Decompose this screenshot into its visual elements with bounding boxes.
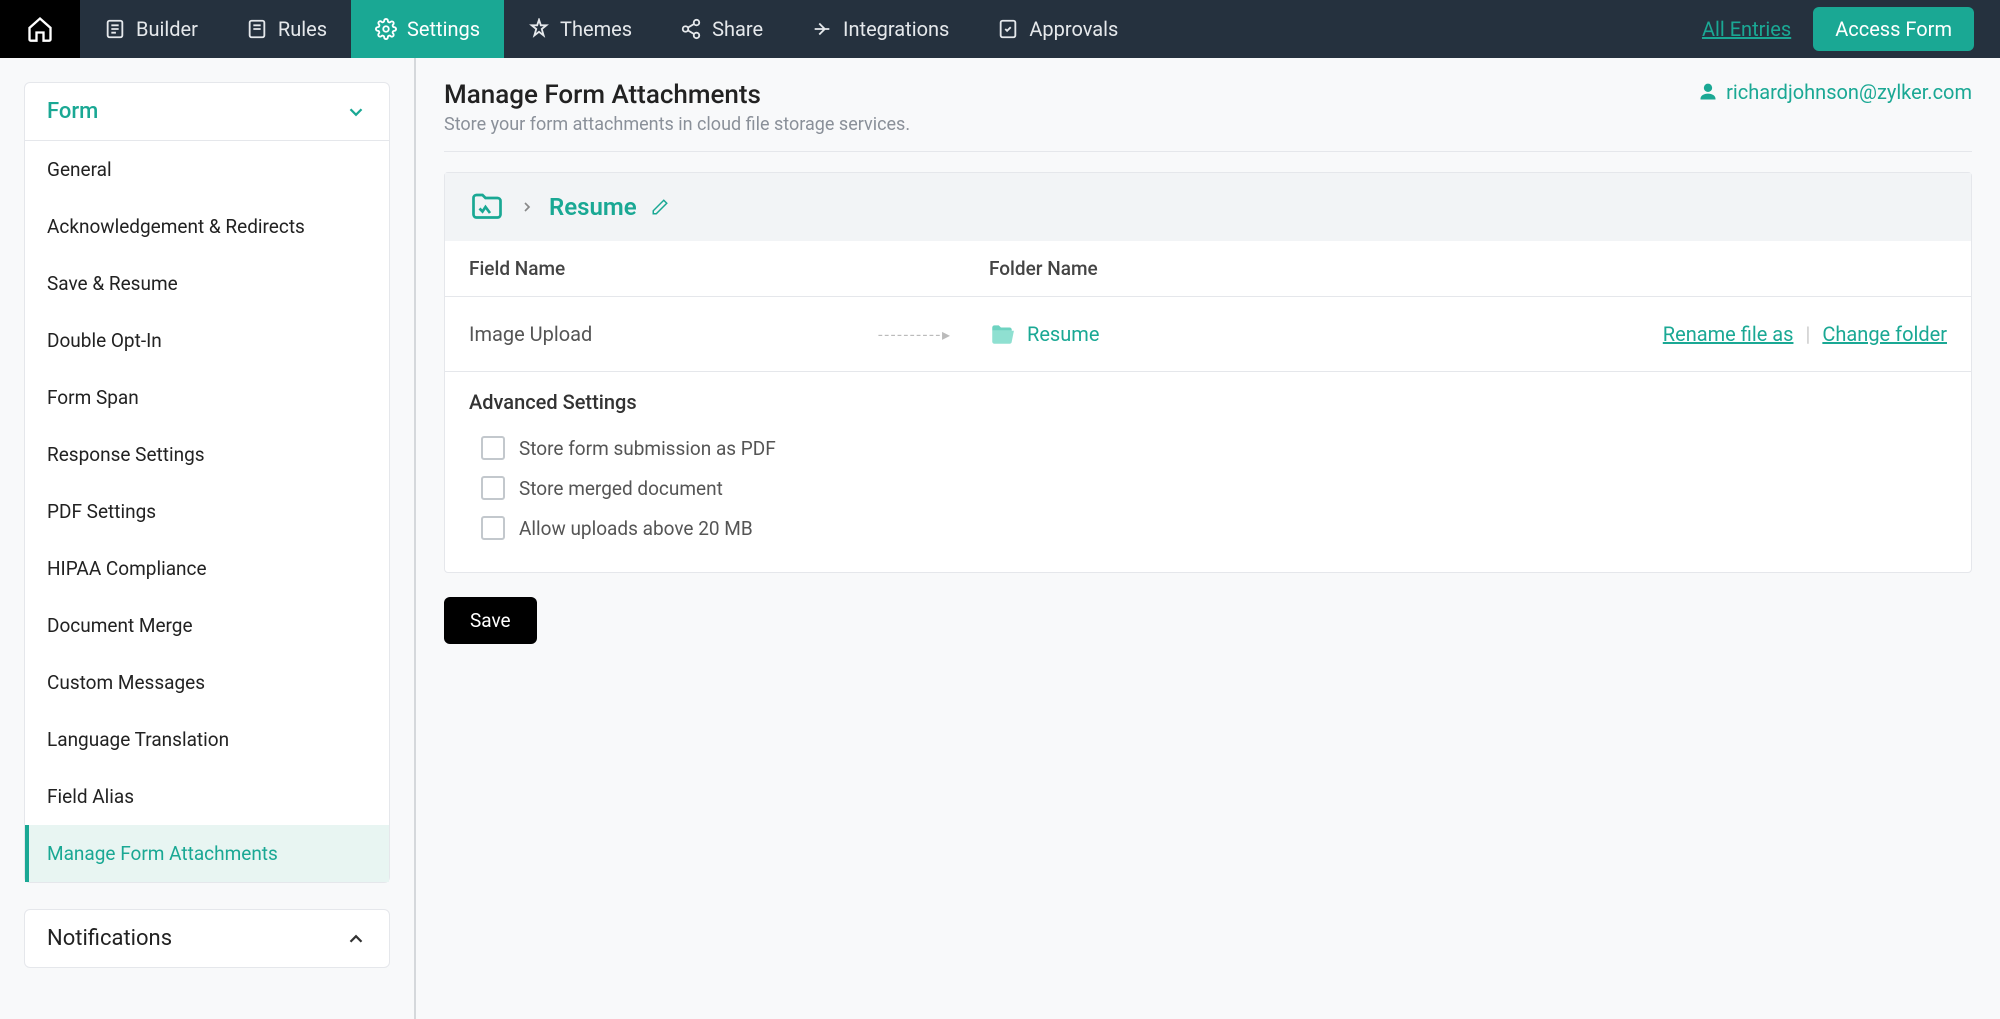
sidebar: Form General Acknowledgement & Redirects…	[0, 58, 416, 1019]
separator: |	[1805, 322, 1810, 346]
nav-label: Themes	[560, 17, 632, 41]
main-content: Manage Form Attachments Store your form …	[416, 58, 2000, 1019]
checkbox-label: Store merged document	[519, 477, 723, 500]
sidebar-item-general[interactable]: General	[25, 141, 389, 198]
nav-share[interactable]: Share	[656, 0, 787, 58]
nav-settings[interactable]: Settings	[351, 0, 504, 58]
checkbox[interactable]	[481, 436, 505, 460]
attachments-card: Resume Field Name Folder Name Image Uplo…	[444, 172, 1972, 573]
nav-label: Builder	[136, 17, 198, 41]
user-email[interactable]: richardjohnson@zylker.com	[1698, 80, 1972, 104]
home-icon	[26, 15, 54, 43]
nav-label: Share	[712, 17, 763, 41]
form-panel: Form General Acknowledgement & Redirects…	[24, 82, 390, 883]
sidebar-item-lang[interactable]: Language Translation	[25, 711, 389, 768]
nav-builder[interactable]: Builder	[80, 0, 222, 58]
advanced-title: Advanced Settings	[469, 390, 1947, 414]
opt-allow-20mb[interactable]: Allow uploads above 20 MB	[469, 508, 1947, 548]
sidebar-item-attachments[interactable]: Manage Form Attachments	[25, 825, 389, 882]
nav-integrations[interactable]: Integrations	[787, 0, 973, 58]
form-panel-header[interactable]: Form	[25, 83, 389, 141]
notifications-panel: Notifications	[24, 909, 390, 968]
opt-store-pdf[interactable]: Store form submission as PDF	[469, 428, 1947, 468]
checkbox[interactable]	[481, 516, 505, 540]
breadcrumb-folder[interactable]: Resume	[549, 193, 637, 221]
notifications-title: Notifications	[47, 926, 172, 951]
nav-label: Approvals	[1029, 17, 1118, 41]
nav-themes[interactable]: Themes	[504, 0, 656, 58]
page-subtitle: Store your form attachments in cloud fil…	[444, 114, 910, 135]
th-folder-name: Folder Name	[989, 257, 1947, 280]
folder-open-icon	[989, 321, 1015, 347]
page-title: Manage Form Attachments	[444, 80, 910, 110]
sidebar-item-pdf[interactable]: PDF Settings	[25, 483, 389, 540]
chevron-down-icon	[345, 101, 367, 123]
page-header: Manage Form Attachments Store your form …	[444, 80, 1972, 152]
change-folder-link[interactable]: Change folder	[1822, 322, 1947, 346]
chevron-up-icon	[345, 928, 367, 950]
top-nav: Builder Rules Settings Themes Share Inte…	[0, 0, 2000, 58]
save-button[interactable]: Save	[444, 597, 537, 644]
home-button[interactable]	[0, 0, 80, 58]
rules-icon	[246, 18, 268, 40]
td-folder-label: Resume	[1027, 322, 1099, 346]
opt-store-merged[interactable]: Store merged document	[469, 468, 1947, 508]
approvals-icon	[997, 18, 1019, 40]
share-icon	[680, 18, 702, 40]
nav-label: Settings	[407, 17, 480, 41]
pencil-icon[interactable]	[651, 198, 669, 216]
td-field: Image Upload - - - - - - - - - - ▸	[469, 322, 989, 346]
row-actions: Rename file as | Change folder	[1663, 322, 1947, 346]
nav-label: Rules	[278, 17, 327, 41]
checkbox[interactable]	[481, 476, 505, 500]
user-email-text: richardjohnson@zylker.com	[1726, 80, 1972, 104]
nav-rules[interactable]: Rules	[222, 0, 351, 58]
sidebar-item-save-resume[interactable]: Save & Resume	[25, 255, 389, 312]
td-folder[interactable]: Resume	[989, 321, 1663, 347]
checkbox-label: Allow uploads above 20 MB	[519, 517, 753, 540]
rename-file-link[interactable]: Rename file as	[1663, 322, 1794, 346]
sidebar-item-doc-merge[interactable]: Document Merge	[25, 597, 389, 654]
td-field-label: Image Upload	[469, 322, 592, 346]
nav-label: Integrations	[843, 17, 949, 41]
chevron-right-icon	[519, 199, 535, 215]
access-form-button[interactable]: Access Form	[1813, 7, 1974, 51]
sidebar-item-double-opt[interactable]: Double Opt-In	[25, 312, 389, 369]
user-icon	[1698, 82, 1718, 102]
all-entries-link[interactable]: All Entries	[1702, 17, 1791, 41]
integrations-icon	[811, 18, 833, 40]
themes-icon	[528, 18, 550, 40]
builder-icon	[104, 18, 126, 40]
sidebar-item-ack[interactable]: Acknowledgement & Redirects	[25, 198, 389, 255]
sidebar-item-alias[interactable]: Field Alias	[25, 768, 389, 825]
arrow-icon: - - - - - - - - - - ▸	[878, 325, 949, 344]
storage-folder-icon[interactable]	[469, 189, 505, 225]
th-field-name: Field Name	[469, 257, 989, 280]
table-header: Field Name Folder Name	[445, 241, 1971, 297]
advanced-settings: Advanced Settings Store form submission …	[445, 372, 1971, 572]
settings-icon	[375, 18, 397, 40]
sidebar-item-response[interactable]: Response Settings	[25, 426, 389, 483]
notifications-panel-header[interactable]: Notifications	[25, 910, 389, 967]
form-panel-title: Form	[47, 99, 98, 124]
breadcrumb: Resume	[445, 173, 1971, 241]
checkbox-label: Store form submission as PDF	[519, 437, 776, 460]
sidebar-item-form-span[interactable]: Form Span	[25, 369, 389, 426]
table-row: Image Upload - - - - - - - - - - ▸ Resum…	[445, 297, 1971, 372]
sidebar-item-custom-msg[interactable]: Custom Messages	[25, 654, 389, 711]
sidebar-item-hipaa[interactable]: HIPAA Compliance	[25, 540, 389, 597]
nav-approvals[interactable]: Approvals	[973, 0, 1142, 58]
